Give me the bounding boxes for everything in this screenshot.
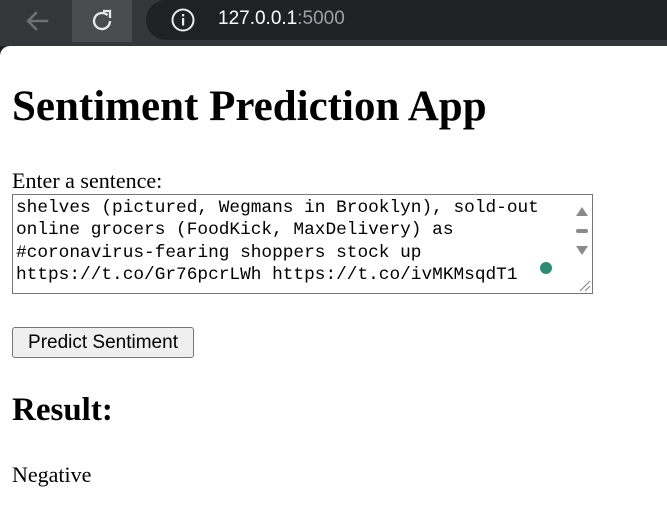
grammar-check-indicator[interactable]	[540, 262, 552, 274]
page-title: Sentiment Prediction App	[12, 83, 487, 130]
url-port: :5000	[297, 8, 345, 29]
result-heading: Result:	[12, 392, 113, 428]
sentence-textarea[interactable]: ...supermarket shelves empty as panic bu…	[12, 194, 593, 294]
resize-grip-icon[interactable]	[577, 278, 591, 292]
sentence-input-label: Enter a sentence:	[12, 168, 163, 193]
reload-icon	[92, 9, 112, 31]
reload-button[interactable]	[72, 0, 132, 42]
url-text[interactable]: 127.0.0.1:5000	[218, 8, 345, 30]
url-host: 127.0.0.1	[218, 8, 298, 29]
result-value: Negative	[12, 462, 92, 487]
scroll-down-arrow-icon[interactable]	[575, 245, 589, 257]
scroll-thumb[interactable]	[576, 229, 588, 233]
predict-sentiment-button[interactable]: Predict Sentiment	[12, 327, 194, 358]
sentence-textarea-value[interactable]: ...supermarket shelves empty as panic bu…	[16, 195, 572, 287]
back-arrow-icon	[26, 11, 49, 31]
browser-toolbar: 127.0.0.1:5000	[0, 0, 667, 46]
scroll-up-arrow-icon[interactable]	[575, 205, 589, 217]
back-button[interactable]	[8, 0, 66, 42]
info-icon[interactable]	[170, 7, 196, 33]
page-content: Sentiment Prediction App Enter a sentenc…	[0, 46, 667, 507]
address-bar[interactable]: 127.0.0.1:5000	[146, 0, 667, 40]
